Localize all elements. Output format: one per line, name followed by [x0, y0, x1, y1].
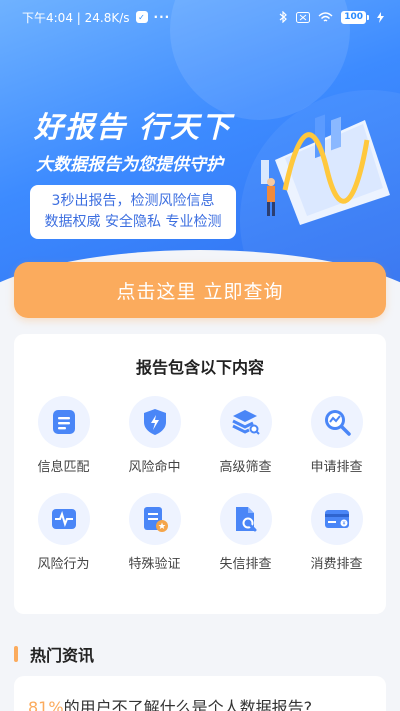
report-contents-title: 报告包含以下内容: [135, 358, 264, 377]
hot-news-header: 热门资讯: [14, 642, 94, 666]
pulse-monitor-icon: [37, 493, 90, 545]
report-contents-card: 报告包含以下内容 信息匹配 风险命中 高级筛查 申请排查 风险行为 特殊验证 失…: [14, 334, 386, 614]
wifi-icon: [318, 11, 333, 22]
report-item-label: 特殊验证: [128, 557, 181, 572]
report-item-label: 高级筛查: [219, 460, 272, 475]
report-item-special-verify[interactable]: 特殊验证: [109, 493, 200, 572]
report-item-label: 信息匹配: [37, 460, 90, 475]
feature-line: 数据权威 安全隐私 专业检测: [44, 214, 222, 230]
bluetooth-icon: [279, 11, 288, 23]
hero-features-box: 3秒出报告，检测风险信息 数据权威 安全隐私 专业检测: [30, 185, 236, 239]
report-item-info-match[interactable]: 信息匹配: [18, 396, 109, 475]
card-coin-icon: ¥: [310, 493, 363, 545]
report-item-label: 申请排查: [310, 460, 363, 475]
report-item-label: 消费排查: [310, 557, 363, 572]
report-item-consumption-check[interactable]: ¥ 消费排查: [291, 493, 382, 572]
chart-search-icon: [310, 396, 363, 448]
charging-icon: [377, 11, 384, 23]
news-item[interactable]: 81%的用户不了解什么是个人数据报告?: [14, 676, 386, 711]
document-list-icon: [37, 396, 90, 448]
section-accent-bar: [14, 646, 18, 662]
hot-news-title: 热门资讯: [30, 646, 95, 665]
report-item-label: 风险命中: [128, 460, 181, 475]
news-item-text: 的用户不了解什么是个人数据报告?: [63, 698, 313, 711]
status-time-speed: 下午4:04 | 24.8K/s: [22, 10, 130, 25]
report-item-label: 失信排查: [219, 557, 272, 572]
report-item-dishonesty-check[interactable]: 失信排查: [200, 493, 291, 572]
report-item-application-check[interactable]: 申请排查: [291, 396, 382, 475]
document-star-icon: [128, 493, 181, 545]
news-item-percent: 81%: [28, 698, 64, 711]
report-item-label: 风险行为: [37, 557, 90, 572]
query-now-button[interactable]: 点击这里 立即查询: [14, 262, 386, 318]
hero-title: 好报告 行天下: [34, 110, 233, 144]
file-search-icon: [219, 493, 272, 545]
shield-bolt-icon: [128, 396, 181, 448]
hero-banner: 好报告 行天下 大数据报告为您提供守护 3秒出报告，检测风险信息 数据权威 安全…: [0, 0, 400, 300]
feature-line: 3秒出报告，检测风险信息: [51, 193, 215, 209]
shield-icon: ✓: [135, 11, 148, 23]
data-report-illustration: [261, 114, 390, 225]
battery-icon: 100: [341, 10, 369, 24]
more-dots-icon: ···: [153, 10, 171, 24]
report-item-risk-hit[interactable]: 风险命中: [109, 396, 200, 475]
battery-level: 100: [341, 10, 366, 24]
svg-text:¥: ¥: [342, 521, 345, 527]
hero-subtitle: 大数据报告为您提供守护: [36, 155, 223, 175]
report-item-risk-behavior[interactable]: 风险行为: [18, 493, 109, 572]
layers-search-icon: [219, 396, 272, 448]
status-bar: 下午4:04 | 24.8K/s ✓ ··· 100: [0, 0, 400, 34]
report-items-grid: 信息匹配 风险命中 高级筛查 申请排查 风险行为 特殊验证 失信排查 ¥ 消费排…: [18, 396, 382, 572]
sim-off-icon: [296, 11, 311, 23]
report-item-advanced-screening[interactable]: 高级筛查: [200, 396, 291, 475]
